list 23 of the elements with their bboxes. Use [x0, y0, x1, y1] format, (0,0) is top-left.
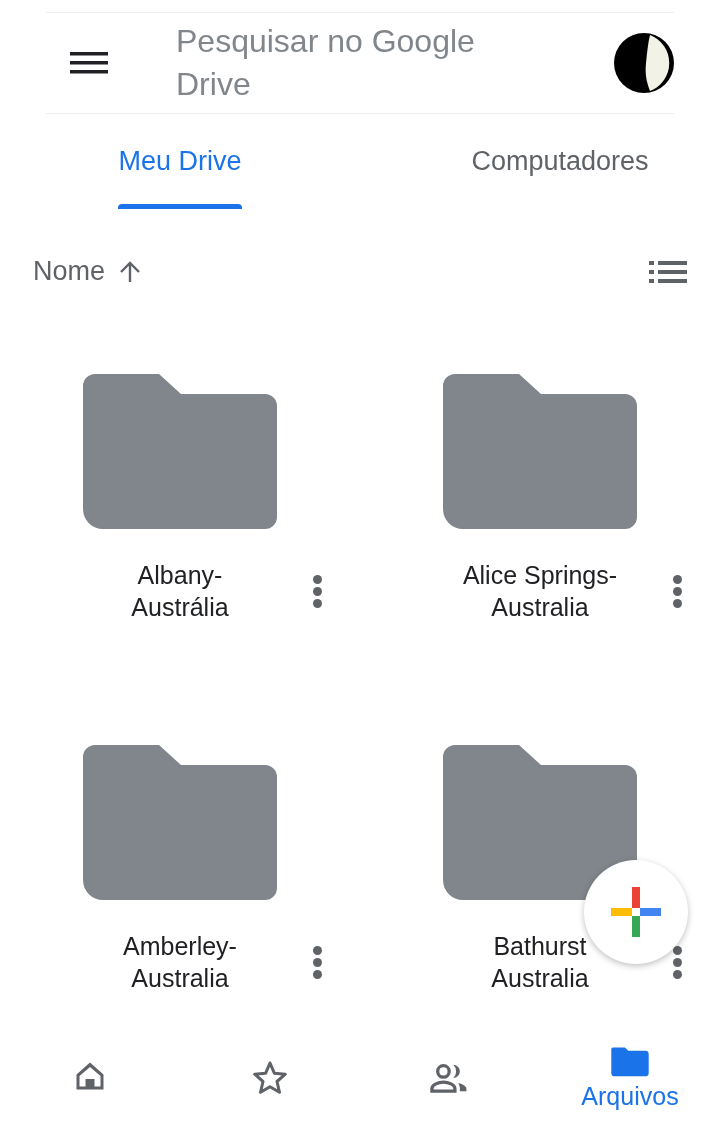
- folder-name: Alice Springs- Australia: [462, 560, 618, 623]
- folder-icon[interactable]: [443, 745, 637, 900]
- folder-name: Albany- Austrália: [131, 560, 229, 623]
- folder-icon[interactable]: [443, 374, 637, 529]
- folder-icon: [609, 1044, 651, 1078]
- search-field[interactable]: Pesquisar no Google Drive: [176, 20, 556, 106]
- tab[interactable]: Computadores: [360, 114, 720, 209]
- folder-icon[interactable]: [83, 745, 277, 900]
- more-icon[interactable]: [313, 946, 322, 979]
- folder-name: Bathurst Australia: [491, 931, 589, 994]
- list-view-icon[interactable]: [649, 260, 687, 283]
- plus-icon: [611, 887, 661, 937]
- nav-tab[interactable]: Arquivos: [540, 1030, 720, 1116]
- folder-icon[interactable]: [83, 374, 277, 529]
- tab[interactable]: Meu Drive: [0, 114, 360, 209]
- arrow-up-icon[interactable]: [119, 259, 142, 284]
- menu-icon[interactable]: [70, 51, 108, 75]
- more-icon[interactable]: [313, 575, 322, 608]
- sort-label[interactable]: Nome: [33, 251, 106, 292]
- more-icon[interactable]: [673, 575, 682, 608]
- more-icon[interactable]: [673, 946, 682, 979]
- avatar-icon[interactable]: [614, 33, 674, 93]
- folder-name: Amberley- Australia: [123, 931, 237, 994]
